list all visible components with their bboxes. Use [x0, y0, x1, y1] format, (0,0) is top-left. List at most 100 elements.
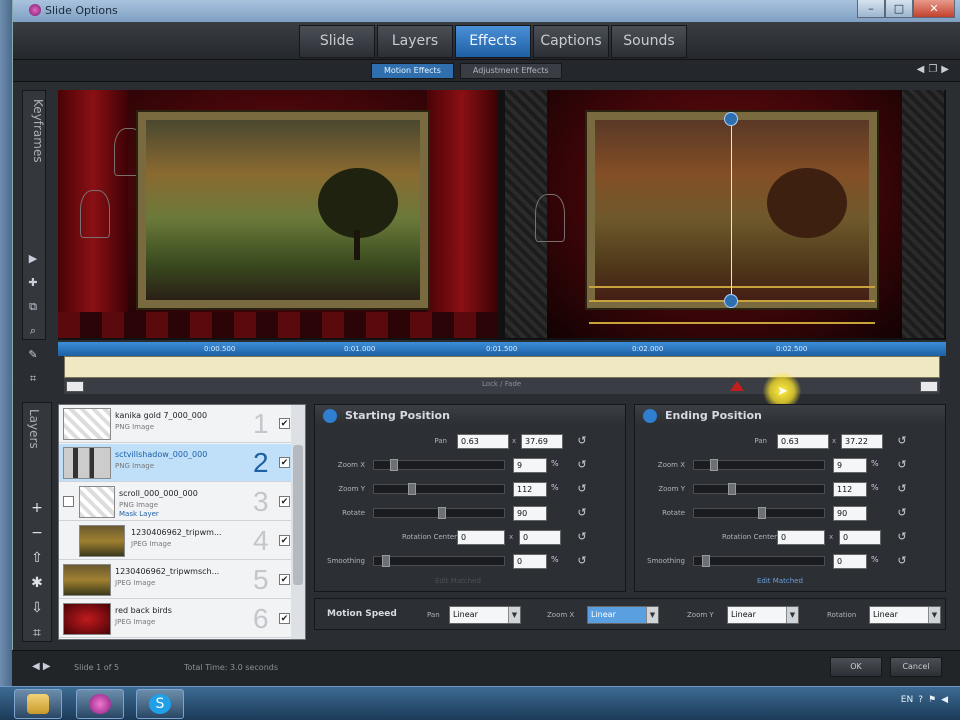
rotate-slider[interactable]	[693, 507, 825, 519]
slide-nav-icon[interactable]: ◀ ▶	[32, 661, 51, 672]
crop-icon[interactable]: ⌗	[22, 370, 44, 388]
slider-knob[interactable]	[390, 459, 398, 471]
zoom-x-input[interactable]: 9	[513, 458, 547, 473]
ok-button[interactable]: OK	[830, 657, 882, 677]
layer-row[interactable]: 1230406962_tripwm... JPEG Image 4 ✔	[59, 522, 305, 560]
taskbar-explorer[interactable]	[14, 689, 62, 719]
zoom-y-input[interactable]: 112	[513, 482, 547, 497]
minimize-button[interactable]: –	[857, 0, 885, 18]
reset-icon[interactable]: ↺	[895, 530, 909, 544]
slider-knob[interactable]	[758, 507, 766, 519]
smoothing-input[interactable]: 0	[833, 554, 867, 569]
layer-row[interactable]: kanika gold 7_000_000 PNG Image 1 ✔	[59, 405, 305, 443]
rotate-input[interactable]: 90	[833, 506, 867, 521]
volume-icon[interactable]: ◀	[941, 695, 948, 705]
reset-icon[interactable]: ↺	[895, 434, 909, 448]
layer-visible-checkbox[interactable]: ✔	[279, 496, 290, 507]
move-up-icon[interactable]: ⇧	[26, 550, 48, 566]
start-keyframe-cap[interactable]	[66, 381, 84, 392]
end-preview[interactable]	[505, 90, 944, 338]
slider-knob[interactable]	[710, 459, 718, 471]
chevron-down-icon[interactable]: ▼	[928, 607, 940, 623]
timeline-ruler[interactable]: 0:00.500 0:01.000 0:01.500 0:02.000 0:02…	[58, 342, 946, 356]
zoom-x-input[interactable]: 9	[833, 458, 867, 473]
chevron-down-icon[interactable]: ▼	[508, 607, 520, 623]
layers-scrollbar[interactable]	[291, 405, 305, 639]
zoom-x-speed-select[interactable]: Linear ▼	[587, 606, 659, 624]
smoothing-slider[interactable]	[693, 555, 825, 567]
layer-row[interactable]: red back birds JPEG Image 6 ✔	[59, 600, 305, 638]
rotate-input[interactable]: 90	[513, 506, 547, 521]
slider-knob[interactable]	[438, 507, 446, 519]
start-preview[interactable]	[58, 90, 497, 338]
play-icon[interactable]: ▶	[22, 250, 44, 268]
pan-y-input[interactable]: 37.22	[841, 434, 883, 449]
layer-mask-checkbox[interactable]	[63, 496, 74, 507]
pan-x-input[interactable]: 0.63	[777, 434, 829, 449]
remove-layer-icon[interactable]: −	[26, 525, 48, 541]
edit-matched-link[interactable]: Edit Matched	[757, 577, 803, 585]
zoom-y-input[interactable]: 112	[833, 482, 867, 497]
cancel-button[interactable]: Cancel	[890, 657, 942, 677]
magic-icon[interactable]: ✎	[22, 346, 44, 364]
rotation-center-x-input[interactable]: 0	[457, 530, 505, 545]
taskbar-skype[interactable]: S	[136, 689, 184, 719]
reset-icon[interactable]: ↺	[895, 482, 909, 496]
layer-visible-checkbox[interactable]: ✔	[279, 418, 290, 429]
zoom-x-slider[interactable]	[693, 459, 825, 471]
tab-slide[interactable]: Slide	[299, 25, 375, 58]
slider-knob[interactable]	[728, 483, 736, 495]
smoothing-slider[interactable]	[373, 555, 505, 567]
pan-speed-select[interactable]: Linear ▼	[449, 606, 521, 624]
chevron-down-icon[interactable]: ▼	[646, 607, 658, 623]
tab-captions[interactable]: Captions	[533, 25, 609, 58]
end-keyframe-cap[interactable]	[920, 381, 938, 392]
reset-icon[interactable]: ↺	[575, 530, 589, 544]
reset-icon[interactable]: ↺	[895, 458, 909, 472]
copy-icon[interactable]: ❐	[928, 64, 937, 75]
rotation-center-x-input[interactable]: 0	[777, 530, 825, 545]
add-layer-icon[interactable]: +	[26, 500, 48, 516]
pan-handle-center[interactable]	[724, 294, 738, 308]
add-keyframe-icon[interactable]: ✚	[22, 274, 44, 292]
keyframe-track[interactable]	[64, 356, 940, 378]
layer-row[interactable]: sctvillshadow_000_000 PNG Image 2 ✔	[59, 444, 305, 482]
slider-knob[interactable]	[382, 555, 390, 567]
zoom-y-slider[interactable]	[693, 483, 825, 495]
reset-icon[interactable]: ↺	[575, 434, 589, 448]
tab-sounds[interactable]: Sounds	[611, 25, 687, 58]
reset-icon[interactable]: ↺	[575, 554, 589, 568]
zoom-x-slider[interactable]	[373, 459, 505, 471]
language-indicator[interactable]: EN	[901, 695, 913, 705]
layer-options-icon[interactable]: ✱	[26, 575, 48, 591]
zoom-icon[interactable]: ⌕	[22, 322, 44, 340]
reset-icon[interactable]: ↺	[575, 482, 589, 496]
edit-matched-link[interactable]: Edit Matched	[435, 577, 481, 585]
reset-icon[interactable]: ↺	[895, 554, 909, 568]
chevron-down-icon[interactable]: ▼	[786, 607, 798, 623]
zoom-y-slider[interactable]	[373, 483, 505, 495]
pan-y-input[interactable]: 37.69	[521, 434, 563, 449]
layer-row[interactable]: scroll_000_000_000 PNG Image Mask Layer …	[59, 483, 305, 521]
playhead-marker[interactable]	[730, 381, 744, 391]
slider-knob[interactable]	[408, 483, 416, 495]
title-bar[interactable]: Slide Options – □ ✕	[13, 0, 960, 22]
duplicate-icon[interactable]: ⧉	[22, 298, 44, 316]
reset-icon[interactable]: ↺	[895, 506, 909, 520]
reset-icon[interactable]: ↺	[575, 458, 589, 472]
tab-effects[interactable]: Effects	[455, 25, 531, 58]
maximize-button[interactable]: □	[885, 0, 913, 18]
rotation-center-y-input[interactable]: 0	[839, 530, 881, 545]
rotation-speed-select[interactable]: Linear ▼	[869, 606, 941, 624]
layer-visible-checkbox[interactable]: ✔	[279, 613, 290, 624]
network-icon[interactable]: ⚑	[928, 695, 936, 705]
layer-row[interactable]: 1230406962_tripwmsch... JPEG Image 5 ✔	[59, 561, 305, 599]
layer-edit-icon[interactable]: ⌗	[26, 625, 48, 641]
pan-x-input[interactable]: 0.63	[457, 434, 509, 449]
next-icon[interactable]: ▶	[941, 64, 949, 75]
close-button[interactable]: ✕	[913, 0, 955, 18]
subtab-adjustment-effects[interactable]: Adjustment Effects	[459, 63, 562, 79]
zoom-y-speed-select[interactable]: Linear ▼	[727, 606, 799, 624]
subtab-motion-effects[interactable]: Motion Effects	[371, 63, 454, 79]
prev-icon[interactable]: ◀	[917, 64, 925, 75]
